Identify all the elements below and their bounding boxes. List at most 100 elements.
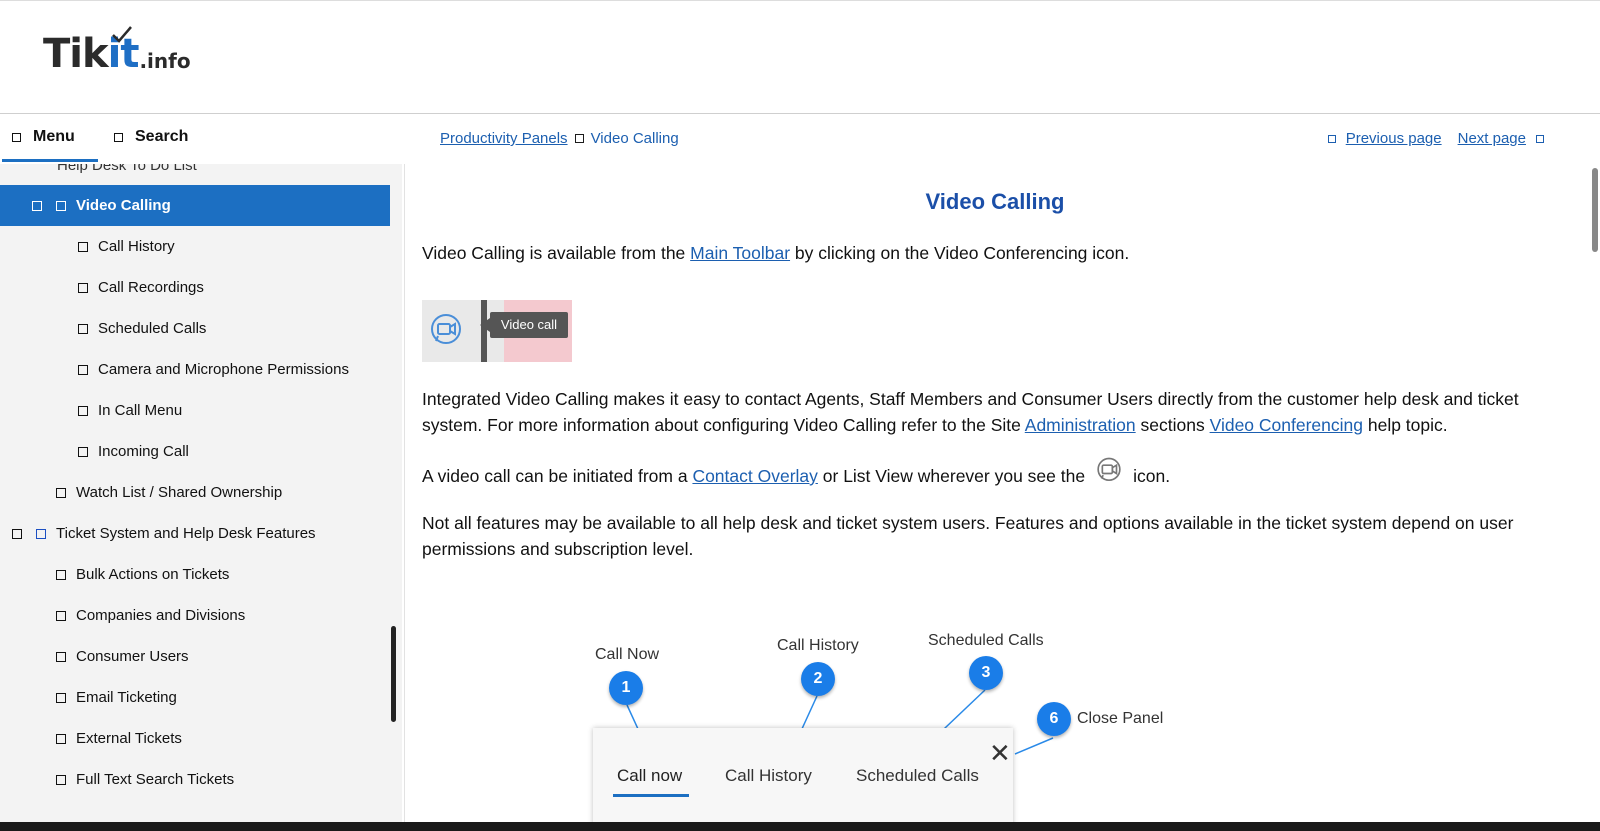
content-scrollbar[interactable] xyxy=(1592,168,1598,252)
logo-check-icon xyxy=(112,26,132,43)
callout-label-call-now: Call Now xyxy=(595,646,660,663)
administration-link[interactable]: Administration xyxy=(1025,415,1136,435)
sidebar-item-call-recordings[interactable]: Call Recordings xyxy=(0,267,390,308)
callout-label-call-history: Call History xyxy=(777,637,859,654)
page-title: Video Calling xyxy=(925,189,1065,214)
video-call-tooltip: Video call xyxy=(480,312,568,338)
sidebar-item-incoming-call[interactable]: Incoming Call xyxy=(0,431,390,472)
sidebar-item-label: Incoming Call xyxy=(98,443,189,460)
breadcrumb-current: Video Calling xyxy=(590,130,679,147)
contact-overlay-link[interactable]: Contact Overlay xyxy=(692,466,817,486)
text: by clicking on the Video Conferencing ic… xyxy=(790,243,1130,263)
page-icon xyxy=(78,405,88,416)
logo-text-a: Tik xyxy=(43,31,109,77)
previous-icon xyxy=(1327,134,1336,143)
tab-search-label: Search xyxy=(135,128,189,145)
callout-label-scheduled-calls: Scheduled Calls xyxy=(928,632,1044,649)
expand-icon[interactable] xyxy=(12,528,22,539)
text: Video Calling is available from the xyxy=(422,243,691,263)
sidebar-item-watch-list[interactable]: Watch List / Shared Ownership xyxy=(0,472,390,513)
paragraph-availability: Not all features may be available to all… xyxy=(422,513,1514,559)
tab-search[interactable]: Search xyxy=(114,128,188,146)
page-icon xyxy=(56,200,66,211)
sidebar-item-ticket-system[interactable]: Ticket System and Help Desk Features xyxy=(0,513,390,554)
sidebar-item-video-calling[interactable]: Video Calling xyxy=(0,185,390,226)
sidebar-item-consumer-users[interactable]: Consumer Users xyxy=(0,636,390,677)
sidebar-scrollbar[interactable] xyxy=(391,626,396,722)
callout-label-close-panel: Close Panel xyxy=(1077,710,1164,727)
sidebar-item-scheduled-calls[interactable]: Scheduled Calls xyxy=(0,308,390,349)
panel-tab-scheduled-calls[interactable]: Scheduled Calls xyxy=(856,766,979,786)
menu-icon xyxy=(12,132,21,142)
nav-tabs: Menu Search xyxy=(0,114,402,164)
sidebar-item-label: In Call Menu xyxy=(98,402,183,419)
video-conference-icon xyxy=(431,314,461,344)
callout-badge-6: 6 xyxy=(1037,702,1071,736)
sidebar-item-label: Companies and Divisions xyxy=(76,607,246,624)
breadcrumb: Productivity Panels Video Calling xyxy=(440,130,679,147)
sidebar-item-bulk-actions[interactable]: Bulk Actions on Tickets xyxy=(0,554,390,595)
page-icon xyxy=(56,692,66,703)
site-header: Tikit .info xyxy=(0,0,1600,114)
page-icon xyxy=(56,774,66,785)
sidebar-item-label: Consumer Users xyxy=(76,648,189,665)
sidebar-item-email-ticketing[interactable]: Email Ticketing xyxy=(0,677,390,718)
breadcrumb-separator-icon xyxy=(574,134,584,143)
text: or List View wherever you see the xyxy=(817,466,1086,486)
logo-text: Tikit xyxy=(43,26,139,77)
paragraph-initiate: A video call can be initiated from a Con… xyxy=(422,456,1572,490)
page-icon xyxy=(78,446,88,457)
next-page-link[interactable]: Next page xyxy=(1458,130,1554,147)
book-icon xyxy=(36,528,46,539)
sidebar-item-label: Ticket System and Help Desk Features xyxy=(56,525,316,542)
main-toolbar-link[interactable]: Main Toolbar xyxy=(690,243,790,263)
sidebar-item-label: Scheduled Calls xyxy=(98,320,207,337)
page-icon xyxy=(56,651,66,662)
sidebar-item-partial[interactable]: Help Desk To Do List xyxy=(57,164,197,174)
sidebar-item-label: Video Calling xyxy=(76,197,171,214)
panel-tab-indicator xyxy=(613,794,689,797)
sidebar-item-in-call-menu[interactable]: In Call Menu xyxy=(0,390,390,431)
pager: Previous page Next page xyxy=(1318,130,1554,147)
sidebar-item-label: Email Ticketing xyxy=(76,689,177,706)
page-icon xyxy=(56,610,66,621)
tab-menu[interactable]: Menu xyxy=(12,128,75,146)
previous-page-link[interactable]: Previous page xyxy=(1318,130,1442,147)
callout-badge-1: 1 xyxy=(609,671,643,705)
video-conferencing-link[interactable]: Video Conferencing xyxy=(1210,415,1363,435)
page-icon xyxy=(56,733,66,744)
text: sections xyxy=(1135,415,1210,435)
page-icon xyxy=(78,364,88,375)
sidebar-item-label: Call Recordings xyxy=(98,279,204,296)
callout-badge-2: 2 xyxy=(801,662,835,696)
logo-subtext: .info xyxy=(139,49,191,73)
sidebar-item-label: External Tickets xyxy=(76,730,182,747)
panel-tab-call-history[interactable]: Call History xyxy=(725,766,812,786)
page-icon xyxy=(78,323,88,334)
video-calling-panel: Call now Call History Scheduled Calls ✕ xyxy=(593,728,1013,824)
page-icon xyxy=(78,241,88,252)
sidebar-item-camera-mic-permissions[interactable]: Camera and Microphone Permissions xyxy=(0,349,390,390)
close-icon[interactable]: ✕ xyxy=(989,738,1011,769)
content-pane: Video Calling Video Calling is available… xyxy=(404,164,1600,824)
sidebar-item-external-tickets[interactable]: External Tickets xyxy=(0,718,390,759)
sidebar-item-companies[interactable]: Companies and Divisions xyxy=(0,595,390,636)
panel-tab-call-now[interactable]: Call now xyxy=(617,766,682,786)
page-icon xyxy=(56,569,66,580)
tab-menu-label: Menu xyxy=(33,128,75,145)
sidebar-item-label: Bulk Actions on Tickets xyxy=(76,566,230,583)
video-panel-diagram: Call now Call History Scheduled Calls ✕ … xyxy=(585,626,1225,824)
active-tab-indicator xyxy=(2,159,98,162)
paragraph-integrated: Integrated Video Calling makes it easy t… xyxy=(422,386,1572,438)
sidebar-item-call-history[interactable]: Call History xyxy=(0,226,390,267)
sidebar-item-full-text-search[interactable]: Full Text Search Tickets xyxy=(0,759,390,800)
text: help topic. xyxy=(1363,415,1448,435)
breadcrumb-parent-link[interactable]: Productivity Panels xyxy=(440,130,568,147)
sidebar-toc: Help Desk To Do List Video Calling Call … xyxy=(0,164,402,824)
tikit-logo[interactable]: Tikit .info xyxy=(43,26,191,77)
next-icon xyxy=(1536,134,1544,143)
video-conference-icon xyxy=(1097,457,1121,481)
sidebar-item-label: Camera and Microphone Permissions xyxy=(98,361,349,378)
collapse-icon[interactable] xyxy=(32,200,42,211)
callout-badge-3: 3 xyxy=(969,656,1003,690)
